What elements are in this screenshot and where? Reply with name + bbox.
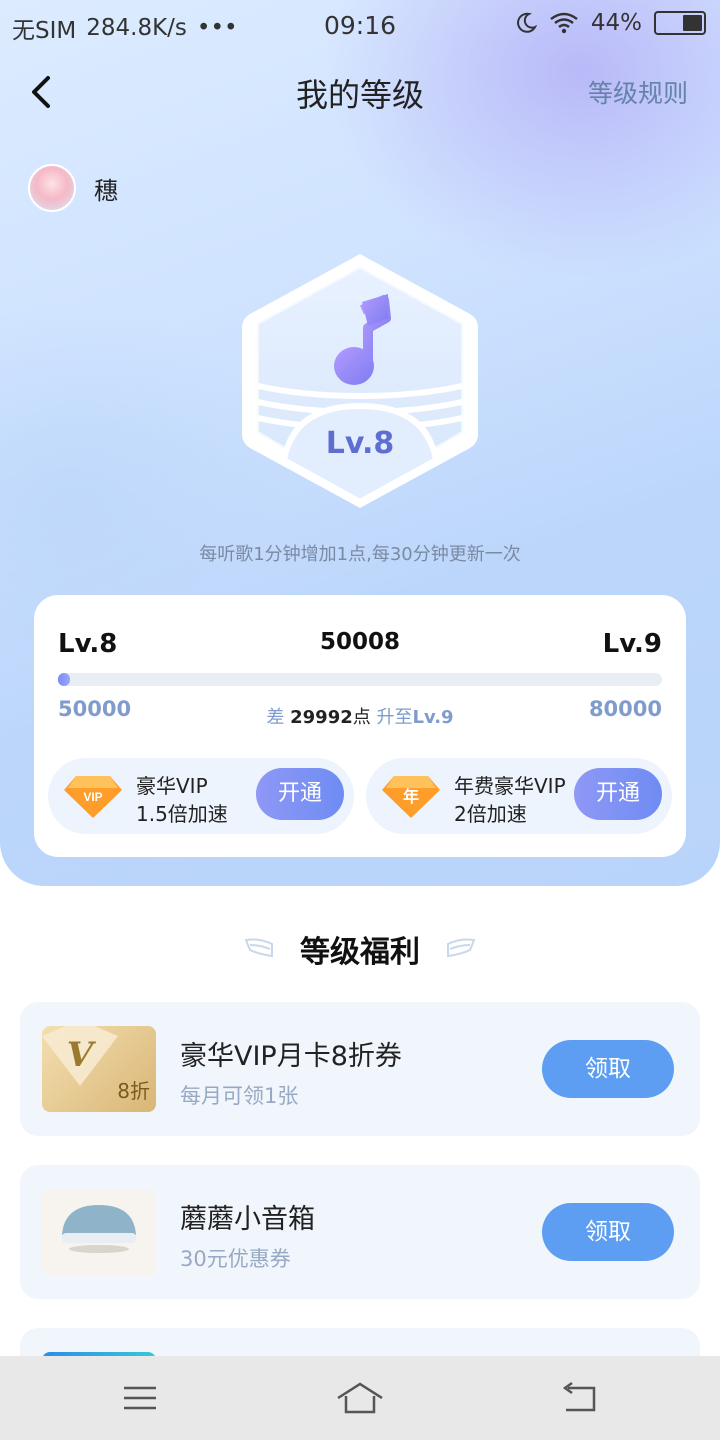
level-tip: 每听歌1分钟增加1点,每30分钟更新一次 — [199, 544, 521, 565]
diff-value: 29992 — [290, 707, 353, 728]
speaker-icon — [62, 1205, 136, 1253]
wifi-icon — [550, 12, 578, 34]
back-icon[interactable] — [560, 1380, 598, 1416]
benefit-name: 蘑蘑小音箱 — [180, 1204, 315, 1235]
diamond-icon: VIP — [64, 776, 122, 818]
avatar[interactable] — [28, 164, 76, 212]
vip-coupon-thumbnail: V 8折 — [42, 1026, 156, 1112]
vip-option-annual: 年 年费豪华VIP 2倍加速 开通 — [366, 758, 672, 834]
speaker-thumbnail — [42, 1189, 156, 1275]
level-progress-bar — [58, 673, 662, 686]
open-annual-vip-button[interactable]: 开通 — [574, 768, 662, 820]
gem-label: VIP — [83, 790, 102, 804]
level-rules-link[interactable]: 等级规则 — [588, 74, 688, 110]
vip-name: 豪华VIP — [136, 774, 208, 798]
thumb-letter: V — [67, 1035, 97, 1075]
gem-label: 年 — [403, 787, 419, 806]
vip-speed: 1.5倍加速 — [136, 802, 228, 826]
benefit-item-speaker: 蘑蘑小音箱 30元优惠券 领取 — [20, 1165, 700, 1299]
benefit-sub: 30元优惠券 — [180, 1247, 291, 1271]
diff-mid: 升至 — [376, 707, 413, 728]
benefit-sub: 每月可领1张 — [180, 1084, 299, 1108]
battery-icon — [654, 11, 706, 35]
thumb-discount: 8折 — [117, 1079, 150, 1103]
benefit-item-vip-coupon: V 8折 豪华VIP月卡8折券 每月可领1张 领取 — [20, 1002, 700, 1136]
battery-percent: 44% — [590, 10, 642, 36]
claim-button[interactable]: 领取 — [542, 1203, 674, 1261]
diff-prefix: 差 — [266, 707, 285, 728]
menu-icon[interactable] — [122, 1380, 158, 1416]
system-nav-bar — [0, 1356, 720, 1440]
diff-target: Lv.9 — [412, 707, 454, 728]
username: 穗 — [94, 176, 118, 205]
moon-icon — [516, 12, 537, 33]
progress-fill — [58, 673, 70, 686]
wing-right-icon — [447, 938, 476, 958]
home-icon[interactable] — [334, 1380, 386, 1416]
vip-name: 年费豪华VIP — [454, 774, 566, 798]
badge-level-label: Lv.8 — [325, 426, 395, 461]
vip-speed: 2倍加速 — [454, 802, 527, 826]
current-points: 50008 — [319, 629, 401, 655]
diamond-icon: 年 — [382, 776, 440, 818]
user-info: 穗 — [28, 164, 118, 212]
vip-v-icon: V 8折 — [42, 1026, 150, 1103]
benefit-name: 豪华VIP月卡8折券 — [180, 1041, 402, 1072]
next-level: Lv.9 — [602, 629, 662, 659]
level-card: Lv.8 50008 Lv.9 50000 差 29992点 升至Lv.9 80… — [34, 595, 686, 857]
benefits-title: 等级福利 — [300, 935, 420, 970]
diff-unit: 点 — [352, 707, 371, 728]
status-bar: 无SIM 284.8K/s ••• 09:16 44% — [0, 0, 720, 52]
level-badge — [242, 254, 478, 508]
open-deluxe-vip-button[interactable]: 开通 — [256, 768, 344, 820]
claim-button[interactable]: 领取 — [542, 1040, 674, 1098]
vip-option-deluxe: VIP 豪华VIP 1.5倍加速 开通 — [48, 758, 354, 834]
range-max: 80000 — [588, 697, 662, 721]
top-nav: 我的等级 等级规则 — [0, 60, 720, 124]
